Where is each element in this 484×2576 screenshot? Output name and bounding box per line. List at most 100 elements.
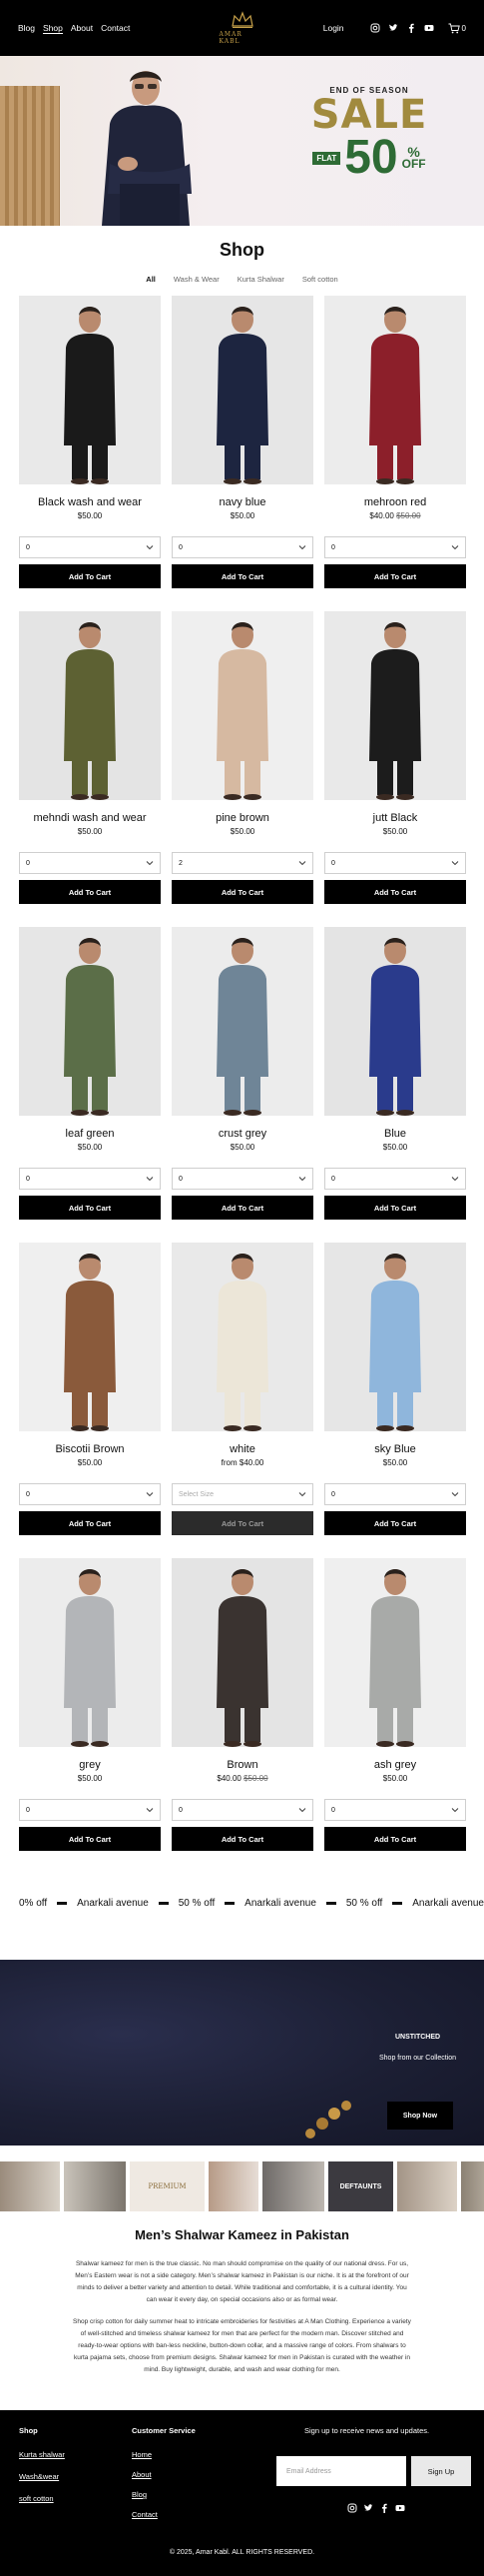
strip-tile[interactable]: DEFTAUNTS <box>328 2161 393 2211</box>
footer-link-contact[interactable]: Contact <box>132 2510 158 2519</box>
product-image[interactable] <box>324 1558 466 1747</box>
product-name[interactable]: mehndi wash and wear <box>19 812 161 824</box>
product-image[interactable] <box>324 296 466 484</box>
add-to-cart-button[interactable]: Add To Cart <box>172 880 313 904</box>
add-to-cart-button[interactable]: Add To Cart <box>19 1196 161 1220</box>
cart-button[interactable]: 0 <box>448 23 466 34</box>
product-name[interactable]: Blue <box>324 1128 466 1140</box>
quantity-select[interactable]: 0 <box>172 1799 313 1821</box>
add-to-cart-button[interactable]: Add To Cart <box>172 1827 313 1851</box>
product-name[interactable]: sky Blue <box>324 1443 466 1455</box>
shop-now-button[interactable]: Shop Now <box>387 2102 453 2130</box>
add-to-cart-button[interactable]: Add To Cart <box>19 880 161 904</box>
nav-about[interactable]: About <box>71 23 93 34</box>
nav-blog[interactable]: Blog <box>18 23 35 34</box>
quantity-select[interactable]: 2 <box>172 852 313 874</box>
unstitched-banner[interactable]: UNSTITCHED Shop from our Collection Shop… <box>0 1960 484 2146</box>
product-name[interactable]: jutt Black <box>324 812 466 824</box>
marquee-item: Anarkali avenue <box>77 1897 149 1909</box>
quantity-select[interactable]: 0 <box>324 536 466 558</box>
youtube-icon[interactable] <box>395 2503 405 2513</box>
add-to-cart-button[interactable]: Add To Cart <box>324 1827 466 1851</box>
add-to-cart-button[interactable]: Add To Cart <box>19 564 161 588</box>
add-to-cart-button[interactable]: Add To Cart <box>324 880 466 904</box>
facebook-icon[interactable] <box>379 2503 389 2513</box>
product-name[interactable]: Brown <box>172 1759 313 1771</box>
strip-tile[interactable] <box>397 2161 457 2211</box>
filter-all[interactable]: All <box>146 275 156 284</box>
instagram-icon[interactable] <box>347 2503 357 2513</box>
add-to-cart-button[interactable]: Add To Cart <box>324 1196 466 1220</box>
quantity-select[interactable]: 0 <box>324 852 466 874</box>
strip-tile[interactable]: PREMIUM <box>130 2161 205 2211</box>
footer-link-kurta-shalwar[interactable]: Kurta shalwar <box>19 2450 65 2459</box>
quantity-select[interactable]: 0 <box>172 1168 313 1190</box>
product-name[interactable]: ash grey <box>324 1759 466 1771</box>
quantity-select[interactable]: Select Size <box>172 1483 313 1505</box>
add-to-cart-button[interactable]: Add To Cart <box>172 1196 313 1220</box>
strip-tile[interactable] <box>64 2161 126 2211</box>
add-to-cart-button[interactable]: Add To Cart <box>172 564 313 588</box>
product-name[interactable]: navy blue <box>172 496 313 508</box>
sign-up-button[interactable]: Sign Up <box>411 2456 471 2486</box>
quantity-select[interactable]: 0 <box>324 1799 466 1821</box>
filter-soft-cotton[interactable]: Soft cotton <box>302 275 338 284</box>
filter-kurta-shalwar[interactable]: Kurta Shalwar <box>238 275 284 284</box>
footer-link-home[interactable]: Home <box>132 2450 152 2459</box>
product-name[interactable]: mehroon red <box>324 496 466 508</box>
youtube-icon[interactable] <box>424 23 434 33</box>
product-image[interactable] <box>19 1243 161 1431</box>
product-name[interactable]: Biscotii Brown <box>19 1443 161 1455</box>
email-input[interactable]: Email Address <box>276 2456 406 2486</box>
product-image[interactable] <box>324 611 466 800</box>
quantity-select[interactable]: 0 <box>19 852 161 874</box>
filter-wash-wear[interactable]: Wash & Wear <box>174 275 220 284</box>
nav-shop[interactable]: Shop <box>43 23 63 34</box>
product-name[interactable]: white <box>172 1443 313 1455</box>
product-name[interactable]: grey <box>19 1759 161 1771</box>
add-to-cart-button[interactable]: Add To Cart <box>172 1511 313 1535</box>
quantity-select[interactable]: 0 <box>19 1799 161 1821</box>
instagram-icon[interactable] <box>370 23 380 33</box>
add-to-cart-button[interactable]: Add To Cart <box>19 1827 161 1851</box>
twitter-icon[interactable] <box>363 2503 373 2513</box>
quantity-select[interactable]: 0 <box>19 1168 161 1190</box>
product-image[interactable] <box>172 611 313 800</box>
product-image[interactable] <box>19 927 161 1116</box>
product-name[interactable]: crust grey <box>172 1128 313 1140</box>
product-image[interactable] <box>172 927 313 1116</box>
product-image[interactable] <box>172 1243 313 1431</box>
nav-contact[interactable]: Contact <box>101 23 130 34</box>
strip-tile[interactable] <box>262 2161 324 2211</box>
footer-link-wash-wear[interactable]: Wash&wear <box>19 2472 59 2481</box>
add-to-cart-button[interactable]: Add To Cart <box>324 1511 466 1535</box>
strip-tile[interactable] <box>0 2161 60 2211</box>
quantity-select[interactable]: 0 <box>19 1483 161 1505</box>
product-image[interactable] <box>324 927 466 1116</box>
product-image[interactable] <box>19 296 161 484</box>
strip-tile[interactable] <box>209 2161 258 2211</box>
twitter-icon[interactable] <box>388 23 398 33</box>
quantity-select[interactable]: 0 <box>324 1483 466 1505</box>
add-to-cart-button[interactable]: Add To Cart <box>19 1511 161 1535</box>
add-to-cart-button[interactable]: Add To Cart <box>324 564 466 588</box>
quantity-select[interactable]: 0 <box>324 1168 466 1190</box>
product-image[interactable] <box>19 1558 161 1747</box>
footer-link-soft-cotton[interactable]: soft cotton <box>19 2494 54 2503</box>
brand-logo[interactable]: AMAR KABL <box>220 6 265 50</box>
facebook-icon[interactable] <box>406 23 416 33</box>
strip-tile[interactable] <box>461 2161 484 2211</box>
footer-link-about[interactable]: About <box>132 2470 152 2479</box>
product-name[interactable]: leaf green <box>19 1128 161 1140</box>
product-image[interactable] <box>172 296 313 484</box>
product-image[interactable] <box>324 1243 466 1431</box>
footer-link-blog[interactable]: Blog <box>132 2490 147 2499</box>
product-image[interactable] <box>19 611 161 800</box>
product-image[interactable] <box>172 1558 313 1747</box>
quantity-select[interactable]: 0 <box>172 536 313 558</box>
product-name[interactable]: pine brown <box>172 812 313 824</box>
hero-sale-banner[interactable]: END OF SEASON SALE FLAT 50 % OFF <box>0 56 484 226</box>
login-link[interactable]: Login <box>323 23 344 33</box>
product-name[interactable]: Black wash and wear <box>19 496 161 508</box>
quantity-select[interactable]: 0 <box>19 536 161 558</box>
